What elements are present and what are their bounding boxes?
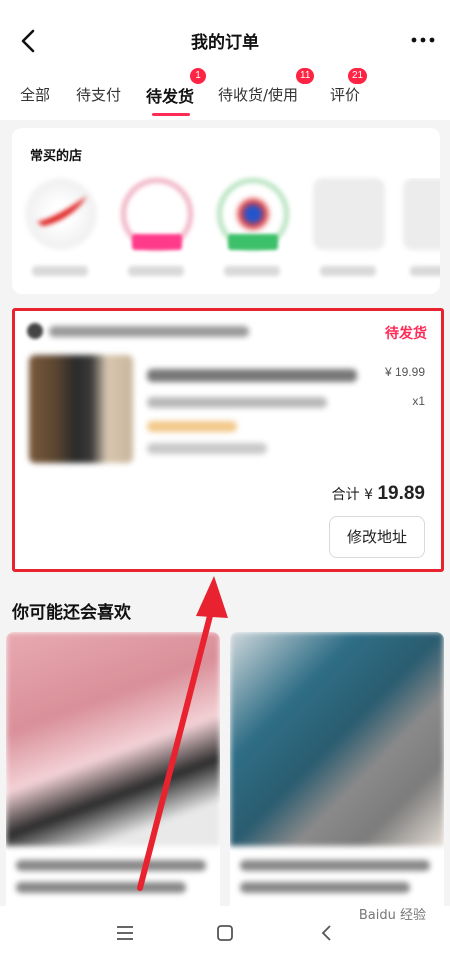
tab-review-badge: 21 — [348, 68, 368, 84]
store-logo — [313, 178, 385, 250]
page-title: 我的订单 — [191, 33, 259, 53]
store-name — [320, 266, 376, 276]
shop-icon — [27, 323, 43, 339]
recommend-text — [16, 860, 206, 871]
store-tag — [228, 234, 278, 250]
recommend-item[interactable] — [6, 632, 220, 912]
store-logo — [403, 178, 440, 250]
store-item[interactable] — [308, 178, 388, 288]
tab-review[interactable]: 评价 — [330, 84, 360, 105]
recommend-image — [6, 632, 220, 846]
tab-pending-payment[interactable]: 待支付 — [76, 84, 121, 105]
store-name — [128, 266, 184, 276]
store-name — [224, 266, 280, 276]
nav-home-button[interactable] — [210, 918, 240, 948]
store-name — [410, 266, 440, 276]
active-tab-indicator — [152, 113, 190, 116]
store-item[interactable] — [398, 178, 440, 288]
nav-back-button[interactable] — [312, 918, 342, 948]
product-thumbnail[interactable] — [29, 355, 133, 463]
tab-pending-shipment[interactable]: 待发货 — [146, 83, 194, 107]
order-status: 待发货 — [385, 326, 427, 342]
modify-address-button[interactable]: 修改地址 — [329, 516, 425, 558]
product-quantity: x1 — [412, 394, 425, 408]
product-price: ¥ 19.99 — [384, 365, 425, 379]
store-name — [32, 266, 88, 276]
recommend-image — [230, 632, 444, 846]
recommend-text — [16, 882, 186, 893]
tab-pending-receipt[interactable]: 待收货/使用 — [218, 84, 298, 105]
shop-name — [49, 326, 249, 337]
store-item[interactable] — [20, 178, 100, 288]
recommend-text — [240, 882, 410, 893]
recommend-item[interactable] — [230, 632, 444, 912]
recommend-text — [240, 860, 430, 871]
more-button[interactable] — [410, 30, 436, 50]
frequent-stores-title: 常买的店 — [30, 149, 83, 164]
store-item[interactable] — [116, 178, 196, 288]
product-title — [147, 369, 357, 382]
product-note — [147, 443, 267, 454]
order-tabs: 全部 待支付 待发货 1 待收货/使用 11 评价 21 — [0, 64, 450, 120]
recommend-title: 你可能还会喜欢 — [12, 603, 131, 623]
store-logo — [25, 178, 97, 250]
product-spec — [147, 397, 327, 408]
order-total: 合计 ¥ 19.89 — [332, 483, 425, 505]
ellipsis-icon — [411, 37, 435, 43]
tab-pending-receipt-badge: 11 — [296, 68, 315, 84]
order-total-label: 合计 ¥ — [331, 487, 378, 503]
tab-all[interactable]: 全部 — [20, 84, 50, 105]
product-tag — [147, 421, 237, 432]
store-tag — [132, 234, 182, 250]
order-card[interactable]: 待发货 ¥ 19.99 x1 合计 ¥ 19.89 修改地址 — [12, 308, 444, 572]
store-item[interactable] — [212, 178, 292, 288]
frequent-stores-card: 常买的店 — [12, 128, 440, 294]
watermark: Baidu 经验 — [358, 908, 426, 923]
tab-pending-shipment-badge: 1 — [190, 68, 206, 84]
triangle-back-icon — [321, 925, 331, 941]
order-total-amount: 19.89 — [377, 483, 425, 504]
square-icon — [217, 925, 233, 941]
menu-icon — [117, 926, 133, 940]
order-shop-row[interactable] — [27, 323, 257, 339]
nav-menu-button[interactable] — [110, 918, 140, 948]
